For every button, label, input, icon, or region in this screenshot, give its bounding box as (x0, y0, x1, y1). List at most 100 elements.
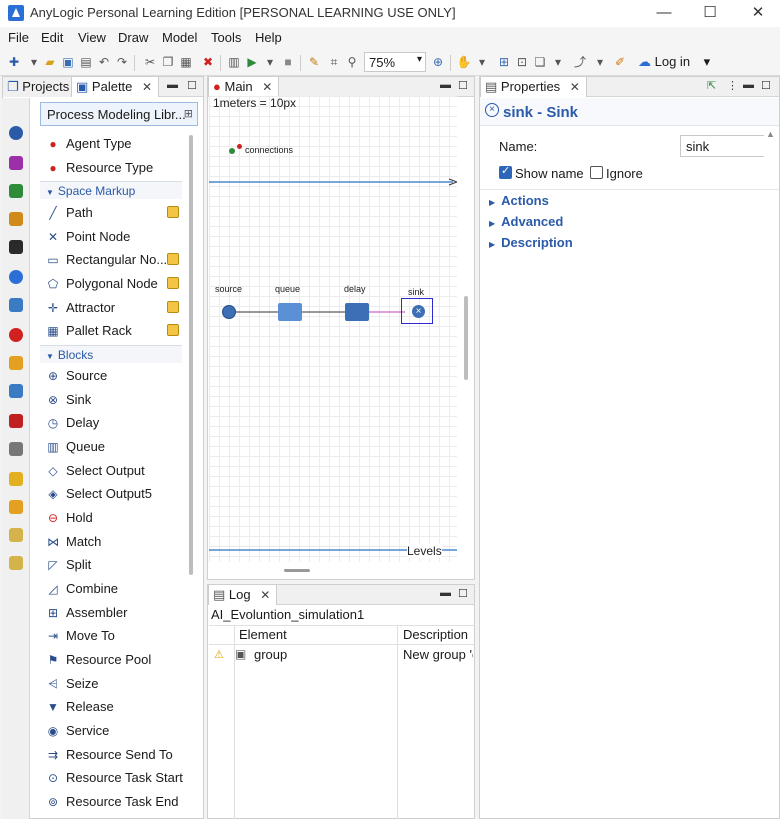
connector-icon[interactable]: ⤴ (572, 54, 588, 70)
maximize-panel-icon[interactable]: ☐ (458, 587, 468, 600)
open-external-icon[interactable]: ⇱ (707, 79, 716, 92)
copy-icon[interactable]: ❐ (160, 54, 176, 70)
process-library-icon[interactable] (9, 126, 23, 140)
model-canvas[interactable]: 1meters = 10px connections source queue … (209, 96, 457, 562)
tab-properties[interactable]: ▤ Properties ✕ (480, 77, 587, 97)
tab-log[interactable]: ▤ Log ✕ (208, 585, 278, 605)
save-all-icon[interactable]: ▤ (78, 54, 94, 70)
menu-edit[interactable]: Edit (41, 30, 63, 45)
close-tab-icon[interactable]: ✕ (142, 80, 152, 94)
log-column-description[interactable]: Description (403, 627, 468, 642)
layers-icon[interactable]: ❏ (532, 54, 548, 70)
pan-hand-icon[interactable]: ✋ (456, 54, 472, 70)
agent-library-icon[interactable] (9, 328, 23, 342)
tab-palette[interactable]: ▣ Palette ✕ (71, 77, 160, 97)
ignore-checkbox[interactable] (590, 166, 603, 179)
snap-icon[interactable]: ⊡ (514, 54, 530, 70)
drawing-mode-icon[interactable] (167, 206, 179, 218)
analysis-icon[interactable] (9, 414, 23, 428)
view-menu-icon[interactable]: ⋮ (727, 79, 738, 92)
paste-icon[interactable]: ▦ (178, 54, 194, 70)
minimize-panel-icon[interactable]: ▬ (743, 79, 754, 91)
zoom-reset-icon[interactable]: ⚲ (344, 54, 360, 70)
3d-objects-icon[interactable] (9, 500, 23, 514)
menu-file[interactable]: File (8, 30, 29, 45)
dropdown-arrow-icon[interactable]: ▾ (26, 54, 42, 70)
zoom-in-icon[interactable]: ⊕ (430, 54, 446, 70)
tab-main[interactable]: ● Main ✕ (208, 77, 280, 97)
close-tab-icon[interactable]: ✕ (262, 80, 272, 94)
close-tab-icon[interactable]: ✕ (570, 80, 580, 94)
statechart-icon[interactable] (9, 528, 23, 542)
section-actions[interactable]: ▶ Actions (489, 193, 549, 208)
group-blocks[interactable]: ▼ Blocks (40, 345, 182, 363)
menu-tools[interactable]: Tools (211, 30, 241, 45)
stop-icon[interactable]: ■ (280, 54, 296, 70)
brush-icon[interactable]: ✐ (612, 54, 628, 70)
scroll-up-icon[interactable]: ▲ (766, 129, 775, 139)
save-icon[interactable]: ▣ (60, 54, 76, 70)
minimize-panel-icon[interactable]: ▬ (167, 79, 178, 91)
grid-icon[interactable]: ⊞ (496, 54, 512, 70)
zoom-fit-icon[interactable]: ⌗ (326, 54, 342, 70)
connectivity-icon[interactable] (9, 384, 23, 398)
block-label-sink[interactable]: sink (408, 287, 424, 297)
new-icon[interactable]: ✚ (6, 54, 22, 70)
minimize-button[interactable]: — (644, 2, 684, 24)
space-library-icon[interactable] (9, 298, 23, 312)
menu-model[interactable]: Model (162, 30, 197, 45)
delete-icon[interactable]: ✖ (200, 54, 216, 70)
login-button[interactable]: ☁ Log in ▾ (638, 54, 710, 70)
fluid-library-icon[interactable] (9, 270, 23, 284)
close-tab-icon[interactable]: ✕ (260, 588, 270, 602)
group-space-markup[interactable]: ▼ Space Markup (40, 181, 182, 199)
controls-icon[interactable] (9, 442, 23, 456)
pictures-icon[interactable] (9, 472, 23, 486)
maximize-panel-icon[interactable]: ☐ (458, 79, 468, 92)
show-name-checkbox[interactable] (499, 164, 512, 179)
cut-icon[interactable]: ✂ (142, 54, 158, 70)
sink-block[interactable]: × (412, 305, 425, 318)
pan-dropdown-icon[interactable]: ▾ (474, 54, 490, 70)
block-label-queue[interactable]: queue (275, 284, 300, 294)
canvas-horizontal-scrollbar[interactable] (284, 569, 310, 572)
minimize-panel-icon[interactable]: ▬ (440, 587, 451, 599)
palette-scrollbar[interactable] (189, 135, 193, 575)
maximize-panel-icon[interactable]: ☐ (761, 79, 771, 92)
menu-view[interactable]: View (78, 30, 106, 45)
library-selector[interactable]: Process Modeling Libr... ⊞ (40, 102, 198, 126)
run-icon[interactable]: ▶ (244, 54, 260, 70)
drawing-mode-icon[interactable] (167, 277, 179, 289)
actions-icon[interactable] (9, 556, 23, 570)
run-dropdown-icon[interactable]: ▾ (262, 54, 278, 70)
rail-library-icon[interactable] (9, 212, 23, 226)
maximize-button[interactable]: ☐ (690, 2, 730, 24)
drawing-mode-icon[interactable] (167, 324, 179, 336)
material-library-icon[interactable] (9, 156, 23, 170)
levels-label[interactable]: Levels (407, 544, 442, 558)
menu-draw[interactable]: Draw (118, 30, 148, 45)
source-block[interactable] (222, 305, 236, 319)
close-button[interactable]: ✕ (738, 2, 778, 24)
format-dropdown-icon[interactable]: ▾ (592, 54, 608, 70)
redo-icon[interactable]: ↷ (114, 54, 130, 70)
undo-icon[interactable]: ↶ (96, 54, 112, 70)
minimize-panel-icon[interactable]: ▬ (440, 79, 451, 91)
open-folder-icon[interactable]: ▰ (42, 54, 58, 70)
name-field[interactable]: sink (680, 135, 764, 157)
block-label-delay[interactable]: delay (344, 284, 366, 294)
zoom-select[interactable]: 75% ▾ (364, 52, 426, 72)
presentation-icon[interactable] (9, 356, 23, 370)
queue-block[interactable] (278, 303, 302, 321)
build-icon[interactable]: ▥ (226, 54, 242, 70)
debug-icon[interactable]: ✎ (306, 54, 322, 70)
block-label-source[interactable]: source (215, 284, 242, 294)
tab-projects[interactable]: ❐ Projects (3, 77, 76, 97)
layers-dropdown-icon[interactable]: ▾ (550, 54, 566, 70)
log-column-element[interactable]: Element (239, 627, 287, 642)
menu-help[interactable]: Help (255, 30, 282, 45)
canvas-vertical-scrollbar[interactable] (464, 296, 468, 380)
road-library-icon[interactable] (9, 240, 23, 254)
section-description[interactable]: ▶ Description (489, 235, 573, 250)
pedestrian-library-icon[interactable] (9, 184, 23, 198)
